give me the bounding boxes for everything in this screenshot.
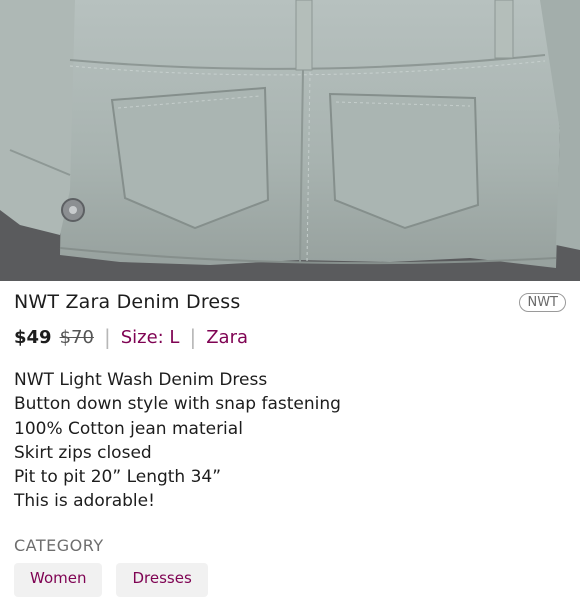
category-chips: Women Dresses	[14, 563, 208, 597]
description-line: Pit to pit 20” Length 34”	[14, 467, 222, 488]
original-price: $70	[59, 326, 94, 348]
description-line: Button down style with snap fastening	[14, 394, 341, 415]
description-line: 100% Cotton jean material	[14, 418, 243, 439]
nwt-badge: NWT	[519, 293, 566, 312]
price-row: $49 $70 | Size: L | Zara	[14, 324, 248, 350]
brand-link[interactable]: Zara	[206, 327, 248, 348]
current-price: $49	[14, 326, 52, 348]
size-link[interactable]: Size: L	[121, 327, 180, 348]
category-chip-dresses[interactable]: Dresses	[116, 563, 208, 597]
separator: |	[103, 325, 111, 349]
description-line: This is adorable!	[14, 491, 155, 512]
denim-dress-image	[0, 0, 580, 281]
category-heading: CATEGORY	[14, 536, 104, 555]
separator: |	[189, 325, 197, 349]
description-line: NWT Light Wash Denim Dress	[14, 370, 268, 390]
listing-photo[interactable]	[0, 0, 580, 281]
category-chip-women[interactable]: Women	[14, 563, 103, 597]
listing-title: NWT Zara Denim Dress	[14, 291, 241, 313]
listing-description: NWT Light Wash Denim Dress Button down s…	[14, 368, 341, 514]
description-line: Skirt zips closed	[14, 442, 152, 463]
